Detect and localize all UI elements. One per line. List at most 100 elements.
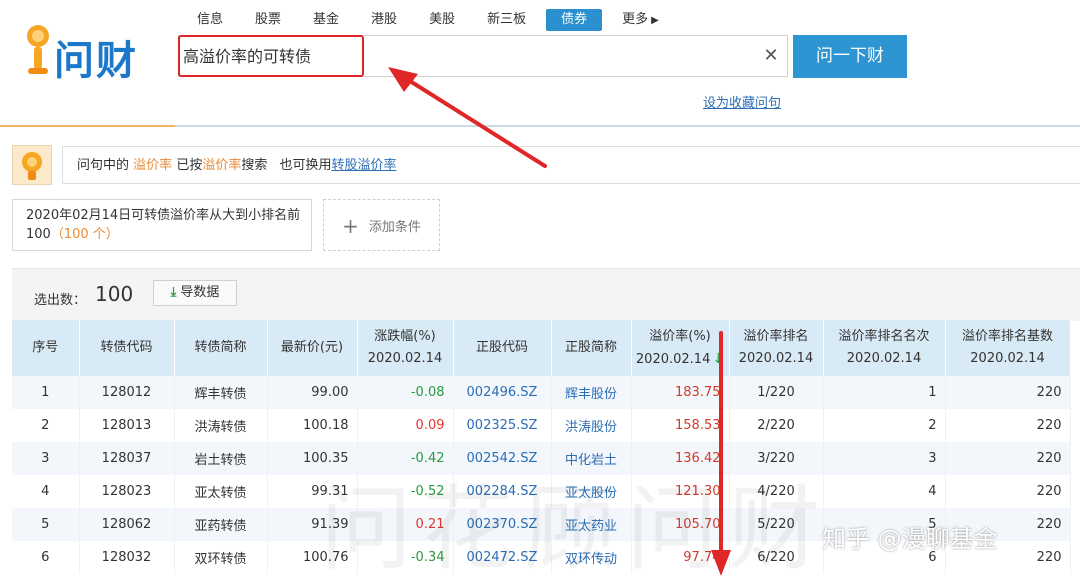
cell-stock-name-link[interactable]: 中化岩土 <box>551 442 632 475</box>
download-icon: ⤓ <box>170 285 177 300</box>
table-row[interactable]: 3 128037 岩土转债 100.35 -0.42 002542.SZ 中化岩… <box>12 442 1071 475</box>
search-notice: 问句中的 溢价率 已按溢价率搜索 也可换用转股溢价率 <box>62 146 1080 184</box>
cell-premium: 158.53 <box>631 409 730 442</box>
header-divider-accent <box>0 125 175 127</box>
cell-bond-name: 辉丰转债 <box>174 376 268 409</box>
tab-more[interactable]: 更多 ▶ <box>610 9 671 31</box>
cell-stock-name-link[interactable]: 亚太股份 <box>551 475 632 508</box>
cell-bond-code: 128037 <box>79 442 175 475</box>
table-row[interactable]: 1 128012 辉丰转债 99.00 -0.08 002496.SZ 辉丰股份… <box>12 376 1071 409</box>
cell-rank-base: 220 <box>945 442 1071 475</box>
cell-rank: 5/220 <box>729 508 824 541</box>
cell-price: 100.18 <box>267 409 358 442</box>
header-date: 2020.02.14 <box>738 351 814 366</box>
col-header-latest-price[interactable]: 最新价(元) <box>267 320 358 376</box>
table-row[interactable]: 4 128023 亚太转债 99.31 -0.52 002284.SZ 亚太股份… <box>12 475 1071 508</box>
wencai-logo[interactable]: 问财 <box>22 18 152 84</box>
result-count-label: 选出数： <box>34 293 87 308</box>
header-label: 溢价率排名基数 <box>961 329 1053 344</box>
header-label: 转债简称 <box>194 340 247 355</box>
plus-icon: + <box>342 214 359 238</box>
cell-rank-base: 220 <box>945 409 1071 442</box>
cell-change: -0.42 <box>357 442 454 475</box>
table-row[interactable]: 5 128062 亚药转债 91.39 0.21 002370.SZ 亚太药业 … <box>12 508 1071 541</box>
table-row[interactable]: 2 128013 洪涛转债 100.18 0.09 002325.SZ 洪涛股份… <box>12 409 1071 442</box>
col-header-rank-position[interactable]: 溢价率排名名次 2020.02.14 <box>823 320 946 376</box>
cell-stock-code-link[interactable]: 002542.SZ <box>453 442 552 475</box>
cell-rank: 2/220 <box>729 409 824 442</box>
header-label: 溢价率排名名次 <box>838 329 930 344</box>
cell-stock-code-link[interactable]: 002496.SZ <box>453 376 552 409</box>
close-icon[interactable]: ✕ <box>761 46 781 66</box>
cell-rank-base: 220 <box>945 376 1071 409</box>
tab-hk-stocks[interactable]: 港股 <box>359 9 409 31</box>
col-header-stock-code[interactable]: 正股代码 <box>453 320 552 376</box>
ask-button[interactable]: 问一下财 <box>793 35 907 78</box>
notice-text-1: 问句中的 <box>77 158 130 173</box>
cell-change: -0.08 <box>357 376 454 409</box>
cell-bond-code: 128013 <box>79 409 175 442</box>
col-header-bond-name[interactable]: 转债简称 <box>174 320 268 376</box>
cell-stock-code-link[interactable]: 002284.SZ <box>453 475 552 508</box>
col-header-premium[interactable]: 溢价率(%) 2020.02.14 ↓ <box>631 320 730 376</box>
table-row[interactable]: 6 128032 双环转债 100.76 -0.34 002472.SZ 双环传… <box>12 541 1071 574</box>
notice-text-2: 已按 <box>176 158 203 173</box>
save-question-link[interactable]: 设为收藏问句 <box>703 92 781 111</box>
sort-desc-icon: ↓ <box>712 350 725 367</box>
export-data-button[interactable]: ⤓ 导数据 <box>153 280 237 306</box>
cell-premium: 136.42 <box>631 442 730 475</box>
cell-stock-name-link[interactable]: 亚太药业 <box>551 508 632 541</box>
cell-rank-no: 4 <box>823 475 946 508</box>
cell-rank-no: 6 <box>823 541 946 574</box>
add-condition-button[interactable]: + 添加条件 <box>323 199 440 251</box>
cell-price: 100.76 <box>267 541 358 574</box>
cell-price: 99.00 <box>267 376 358 409</box>
tab-info[interactable]: 信息 <box>185 9 235 31</box>
cell-change: 0.21 <box>357 508 454 541</box>
header-label: 序号 <box>32 340 59 355</box>
cell-premium: 183.75 <box>631 376 730 409</box>
cell-stock-name-link[interactable]: 洪涛股份 <box>551 409 632 442</box>
cell-rank: 1/220 <box>729 376 824 409</box>
caret-right-icon: ▶ <box>651 15 659 26</box>
notice-text-4: 也可换用 <box>279 158 332 173</box>
col-header-change[interactable]: 涨跌幅(%) 2020.02.14 <box>357 320 454 376</box>
cell-stock-code-link[interactable]: 002472.SZ <box>453 541 552 574</box>
col-header-premium-rank[interactable]: 溢价率排名 2020.02.14 <box>729 320 824 376</box>
cell-premium: 121.30 <box>631 475 730 508</box>
header-label: 最新价(元) <box>280 340 344 355</box>
header-label: 正股简称 <box>564 340 617 355</box>
cell-change: -0.34 <box>357 541 454 574</box>
tab-funds[interactable]: 基金 <box>301 9 351 31</box>
cell-index: 2 <box>12 409 80 442</box>
header-date: 2020.02.14 <box>970 351 1045 366</box>
annotation-highlight-box <box>178 35 364 77</box>
cell-stock-name-link[interactable]: 辉丰股份 <box>551 376 632 409</box>
cell-stock-code-link[interactable]: 002370.SZ <box>453 508 552 541</box>
cell-price: 91.39 <box>267 508 358 541</box>
cell-bond-name: 双环转债 <box>174 541 268 574</box>
tab-us-stocks[interactable]: 美股 <box>417 9 467 31</box>
condition-chip[interactable]: 2020年02月14日可转债溢价率从大到小排名前100（100 个） <box>12 199 312 251</box>
col-header-rank-base[interactable]: 溢价率排名基数 2020.02.14 <box>945 320 1071 376</box>
alt-term-link[interactable]: 转股溢价率 <box>332 158 397 173</box>
mascot-icon <box>22 152 42 180</box>
col-header-stock-name[interactable]: 正股简称 <box>551 320 632 376</box>
col-header-index[interactable]: 序号 <box>12 320 80 376</box>
cell-premium: 105.70 <box>631 508 730 541</box>
add-condition-label: 添加条件 <box>368 220 421 235</box>
header-date: 2020.02.14 <box>635 351 711 367</box>
cell-bond-code: 128032 <box>79 541 175 574</box>
cell-stock-name-link[interactable]: 双环传动 <box>551 541 632 574</box>
col-header-bond-code[interactable]: 转债代码 <box>79 320 175 376</box>
table-header-row: 序号 转债代码 转债简称 最新价(元) 涨跌幅(%) 2020.02.14 正股代… <box>12 320 1071 376</box>
tab-neeq[interactable]: 新三板 <box>475 9 538 31</box>
cell-rank-no: 1 <box>823 376 946 409</box>
cell-rank-no: 2 <box>823 409 946 442</box>
tab-bonds[interactable]: 债券 <box>546 9 603 31</box>
header-label: 正股代码 <box>475 340 528 355</box>
cell-stock-code-link[interactable]: 002325.SZ <box>453 409 552 442</box>
result-count: 100 <box>95 282 134 306</box>
cell-bond-name: 岩土转债 <box>174 442 268 475</box>
tab-stocks[interactable]: 股票 <box>243 9 293 31</box>
